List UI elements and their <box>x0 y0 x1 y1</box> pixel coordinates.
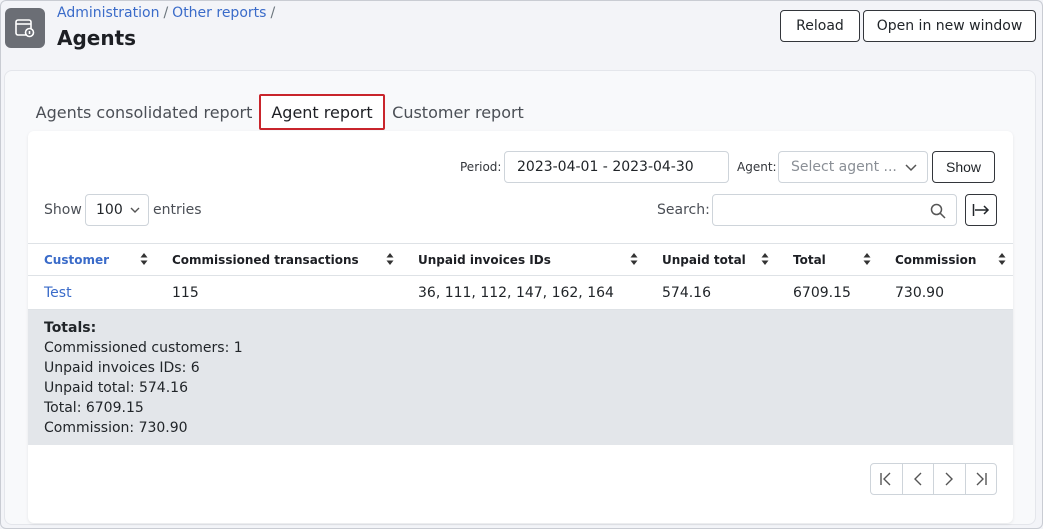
first-page-icon <box>880 472 891 486</box>
tab-customer-report[interactable]: Customer report <box>391 94 525 130</box>
table-row: Test 115 36, 111, 112, 147, 162, 164 574… <box>28 276 1013 310</box>
show-entries-label: Show <box>44 202 82 218</box>
last-page-button[interactable] <box>966 464 997 494</box>
column-toggle-button[interactable] <box>965 194 997 226</box>
pagination <box>870 463 997 495</box>
sort-icon[interactable] <box>630 252 638 266</box>
tab-agent-report[interactable]: Agent report <box>259 94 385 130</box>
column-header-unpaid-invoices-ids[interactable]: Unpaid invoices IDs <box>418 244 551 275</box>
breadcrumb-separator: / <box>270 5 276 21</box>
table-cell: 574.16 <box>662 285 711 301</box>
chevron-right-icon <box>945 472 954 486</box>
totals-line: Commissioned customers: 1 <box>44 340 243 356</box>
totals-line: Unpaid total: 574.16 <box>44 380 188 396</box>
sort-icon[interactable] <box>140 252 148 266</box>
chevron-down-icon <box>130 207 140 213</box>
search-input[interactable] <box>712 194 957 226</box>
totals-line: Total: 6709.15 <box>44 400 144 416</box>
table-header: Customer Commissioned transactions Unpai… <box>28 243 1013 276</box>
show-button[interactable]: Show <box>932 151 995 183</box>
arrow-right-to-line-icon <box>972 204 990 216</box>
page-size-value: 100 <box>96 202 123 218</box>
column-header-commissioned-transactions[interactable]: Commissioned transactions <box>172 244 359 275</box>
column-header-customer[interactable]: Customer <box>44 244 109 275</box>
sort-icon[interactable] <box>998 252 1006 266</box>
totals-line: Unpaid invoices IDs: 6 <box>44 360 200 376</box>
next-page-button[interactable] <box>934 464 966 494</box>
table-cell: 36, 111, 112, 147, 162, 164 <box>418 285 614 301</box>
breadcrumb-other-reports[interactable]: Other reports <box>172 5 266 21</box>
search-label: Search: <box>657 202 710 218</box>
table-cell: 115 <box>172 285 199 301</box>
page-size-select[interactable]: 100 <box>85 194 149 226</box>
agent-select-placeholder: Select agent ... <box>791 159 897 175</box>
page-title: Agents <box>57 26 137 50</box>
sort-icon[interactable] <box>386 252 394 266</box>
column-header-total[interactable]: Total <box>793 244 826 275</box>
agent-label: Agent: <box>737 160 777 174</box>
table-cell: 6709.15 <box>793 285 851 301</box>
breadcrumb-administration[interactable]: Administration <box>57 5 159 21</box>
open-new-window-button[interactable]: Open in new window <box>863 10 1036 42</box>
breadcrumb-separator: / <box>163 5 169 21</box>
sort-icon[interactable] <box>863 252 871 266</box>
chevron-left-icon <box>913 472 922 486</box>
period-input[interactable]: 2023-04-01 - 2023-04-30 <box>504 151 729 183</box>
last-page-icon <box>976 472 987 486</box>
search-icon <box>930 203 946 219</box>
agent-select[interactable]: Select agent ... <box>778 151 928 183</box>
report-icon <box>5 8 45 48</box>
first-page-button[interactable] <box>871 464 903 494</box>
totals-heading: Totals: <box>44 320 97 336</box>
totals-line: Commission: 730.90 <box>44 420 188 436</box>
previous-page-button[interactable] <box>903 464 934 494</box>
tab-agents-consolidated-report[interactable]: Agents consolidated report <box>36 94 253 130</box>
totals-section: Totals: Commissioned customers: 1 Unpaid… <box>28 310 1013 445</box>
sort-icon[interactable] <box>761 252 769 266</box>
column-header-unpaid-total[interactable]: Unpaid total <box>662 244 746 275</box>
column-header-commission[interactable]: Commission <box>895 244 976 275</box>
reload-button[interactable]: Reload <box>780 10 860 42</box>
customer-link[interactable]: Test <box>44 276 72 310</box>
table-cell: 730.90 <box>895 285 944 301</box>
chevron-down-icon <box>905 164 917 172</box>
breadcrumb: Administration / Other reports / <box>57 5 279 21</box>
period-label: Period: <box>460 160 502 174</box>
entries-label: entries <box>153 202 202 218</box>
